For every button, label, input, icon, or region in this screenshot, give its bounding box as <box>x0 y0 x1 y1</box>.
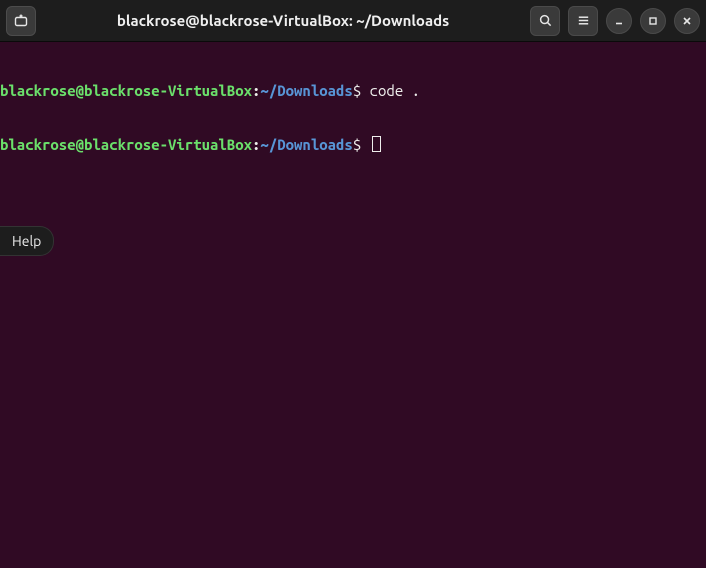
hamburger-icon <box>576 13 591 28</box>
close-icon <box>681 15 693 27</box>
titlebar-right <box>530 6 700 36</box>
maximize-button[interactable] <box>640 8 666 34</box>
menu-button[interactable] <box>568 6 598 36</box>
help-tooltip: Help <box>0 226 54 256</box>
terminal-line: blackrose@blackrose-VirtualBox:~/Downloa… <box>0 136 706 154</box>
close-button[interactable] <box>674 8 700 34</box>
prompt-symbol: $ <box>353 136 361 153</box>
prompt-symbol: $ <box>353 82 361 99</box>
new-tab-icon <box>13 13 29 29</box>
minimize-button[interactable] <box>606 8 632 34</box>
prompt-path: ~/Downloads <box>260 82 352 99</box>
titlebar-left <box>6 6 36 36</box>
titlebar: blackrose@blackrose-VirtualBox: ~/Downlo… <box>0 0 706 42</box>
minimize-icon <box>613 15 625 27</box>
prompt-user-host: blackrose@blackrose-VirtualBox <box>0 82 252 99</box>
window-title: blackrose@blackrose-VirtualBox: ~/Downlo… <box>42 12 524 29</box>
maximize-icon <box>647 15 659 27</box>
prompt-path: ~/Downloads <box>260 136 352 153</box>
new-tab-button[interactable] <box>6 6 36 36</box>
cursor <box>372 136 381 152</box>
terminal-line: blackrose@blackrose-VirtualBox:~/Downloa… <box>0 82 706 100</box>
search-button[interactable] <box>530 6 560 36</box>
command-text <box>361 136 369 153</box>
command-text: code . <box>361 82 420 99</box>
terminal-area[interactable]: blackrose@blackrose-VirtualBox:~/Downloa… <box>0 42 706 172</box>
prompt-user-host: blackrose@blackrose-VirtualBox <box>0 136 252 153</box>
search-icon <box>538 13 553 28</box>
